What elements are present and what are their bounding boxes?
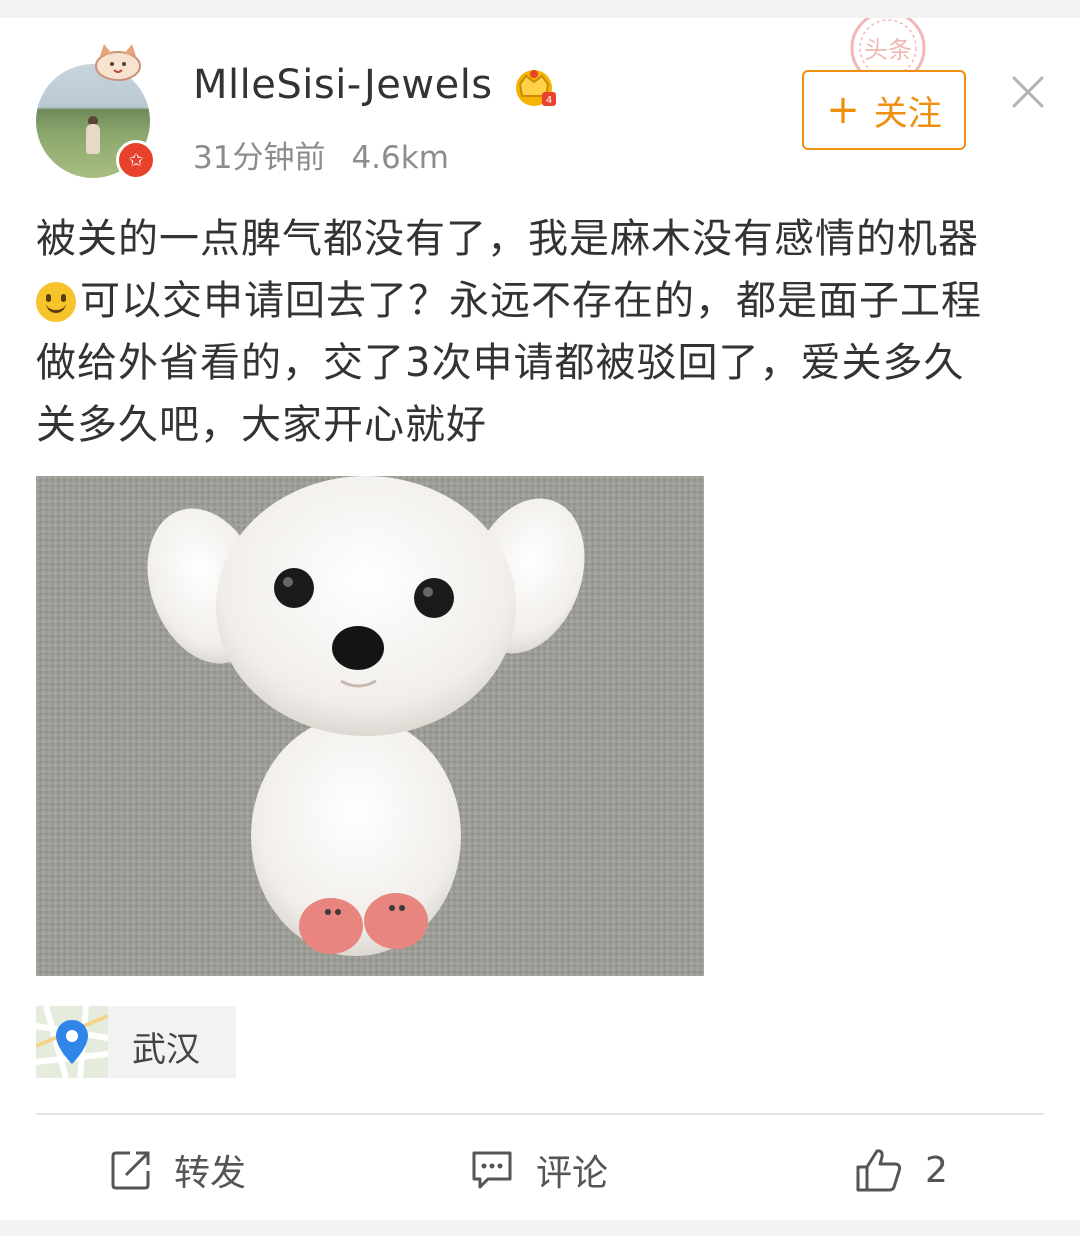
like-icon <box>856 1149 902 1192</box>
location-label: 武汉 <box>132 1030 200 1070</box>
username[interactable]: MlleSisi-Jewels <box>193 62 493 108</box>
post-text-line: 被关的一点脾气都没有了，我是麻木没有感情的机器 <box>36 216 979 262</box>
post-meta: 31分钟前 4.6km <box>193 132 449 177</box>
follow-button[interactable]: + 关注 <box>802 70 966 150</box>
smile-emoji-icon <box>36 282 76 322</box>
verified-badge-icon: ✩ <box>116 140 156 180</box>
divider <box>36 1113 1044 1115</box>
comment-label: 评论 <box>536 1153 609 1194</box>
top-separator <box>0 0 1080 18</box>
repost-button[interactable]: 转发 <box>110 1140 246 1200</box>
comment-icon <box>472 1151 512 1189</box>
close-icon[interactable] <box>1010 74 1046 110</box>
location-chip[interactable]: 武汉 <box>36 1006 236 1078</box>
post-text-line-2: 可以交申请回去了？永远不存在的，都是面子工程 <box>36 270 1036 332</box>
repost-icon <box>111 1151 150 1190</box>
cat-avatar-decoration-icon <box>95 44 141 81</box>
map-pin-icon <box>36 1006 108 1078</box>
post-text: 被关的一点脾气都没有了，我是麻木没有感情的机器 可以交申请回去了？永远不存在的，… <box>36 208 1036 456</box>
follow-label: 关注 <box>873 93 942 134</box>
crown-icon: 4 <box>516 70 556 106</box>
repost-label: 转发 <box>174 1153 247 1194</box>
distance: 4.6km <box>351 140 449 176</box>
svg-text:4: 4 <box>546 95 552 106</box>
stamp-text: 头条 <box>864 36 912 64</box>
post-image[interactable] <box>36 476 704 976</box>
plus-icon: + <box>826 87 860 133</box>
comment-button[interactable]: 评论 <box>470 1140 608 1200</box>
like-count: 2 <box>925 1149 948 1191</box>
post-text-line: 做给外省看的，交了3次申请都被驳回了，爱关多久 <box>36 340 965 386</box>
time-ago: 31分钟前 <box>193 140 326 176</box>
post-text-line: 关多久吧，大家开心就好 <box>36 402 487 448</box>
like-button[interactable]: 2 <box>855 1140 948 1200</box>
bottom-separator <box>0 1220 1080 1236</box>
